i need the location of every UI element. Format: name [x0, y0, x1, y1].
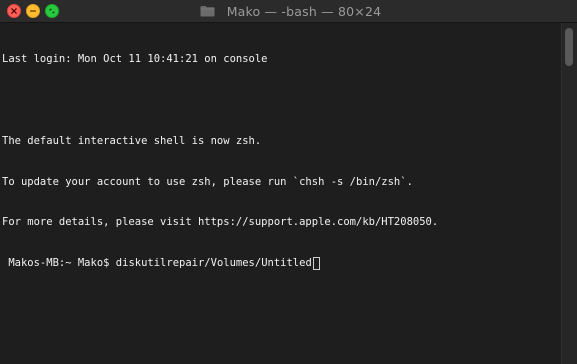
window-title-group: Mako — -bash — 80×24	[0, 0, 577, 22]
output-line: For more details, please visit https://s…	[2, 216, 439, 229]
title-bar[interactable]: Mako — -bash — 80×24	[0, 0, 577, 23]
output-line: To update your account to use zsh, pleas…	[2, 175, 413, 188]
terminal-window: Mako — -bash — 80×24 Last login: Mon Oct…	[0, 0, 577, 364]
output-line: Last login: Mon Oct 11 10:41:21 on conso…	[2, 53, 268, 66]
window-title: Mako — -bash — 80×24	[226, 3, 382, 19]
output-line: The default interactive shell is now zsh…	[2, 134, 262, 147]
text-cursor	[312, 257, 320, 271]
terminal-output[interactable]: Last login: Mon Oct 11 10:41:21 on conso…	[0, 23, 560, 364]
command-line[interactable]: Makos-MB:~ Mako$ diskutilrepair/Volumes/…	[2, 257, 560, 271]
shell-prompt: Makos-MB:~ Mako$	[2, 257, 116, 270]
command-input[interactable]: diskutilrepair/Volumes/Untitled	[116, 257, 312, 271]
folder-icon	[200, 6, 215, 17]
vertical-scrollbar[interactable]	[561, 23, 577, 364]
scrollbar-thumb[interactable]	[565, 28, 573, 66]
